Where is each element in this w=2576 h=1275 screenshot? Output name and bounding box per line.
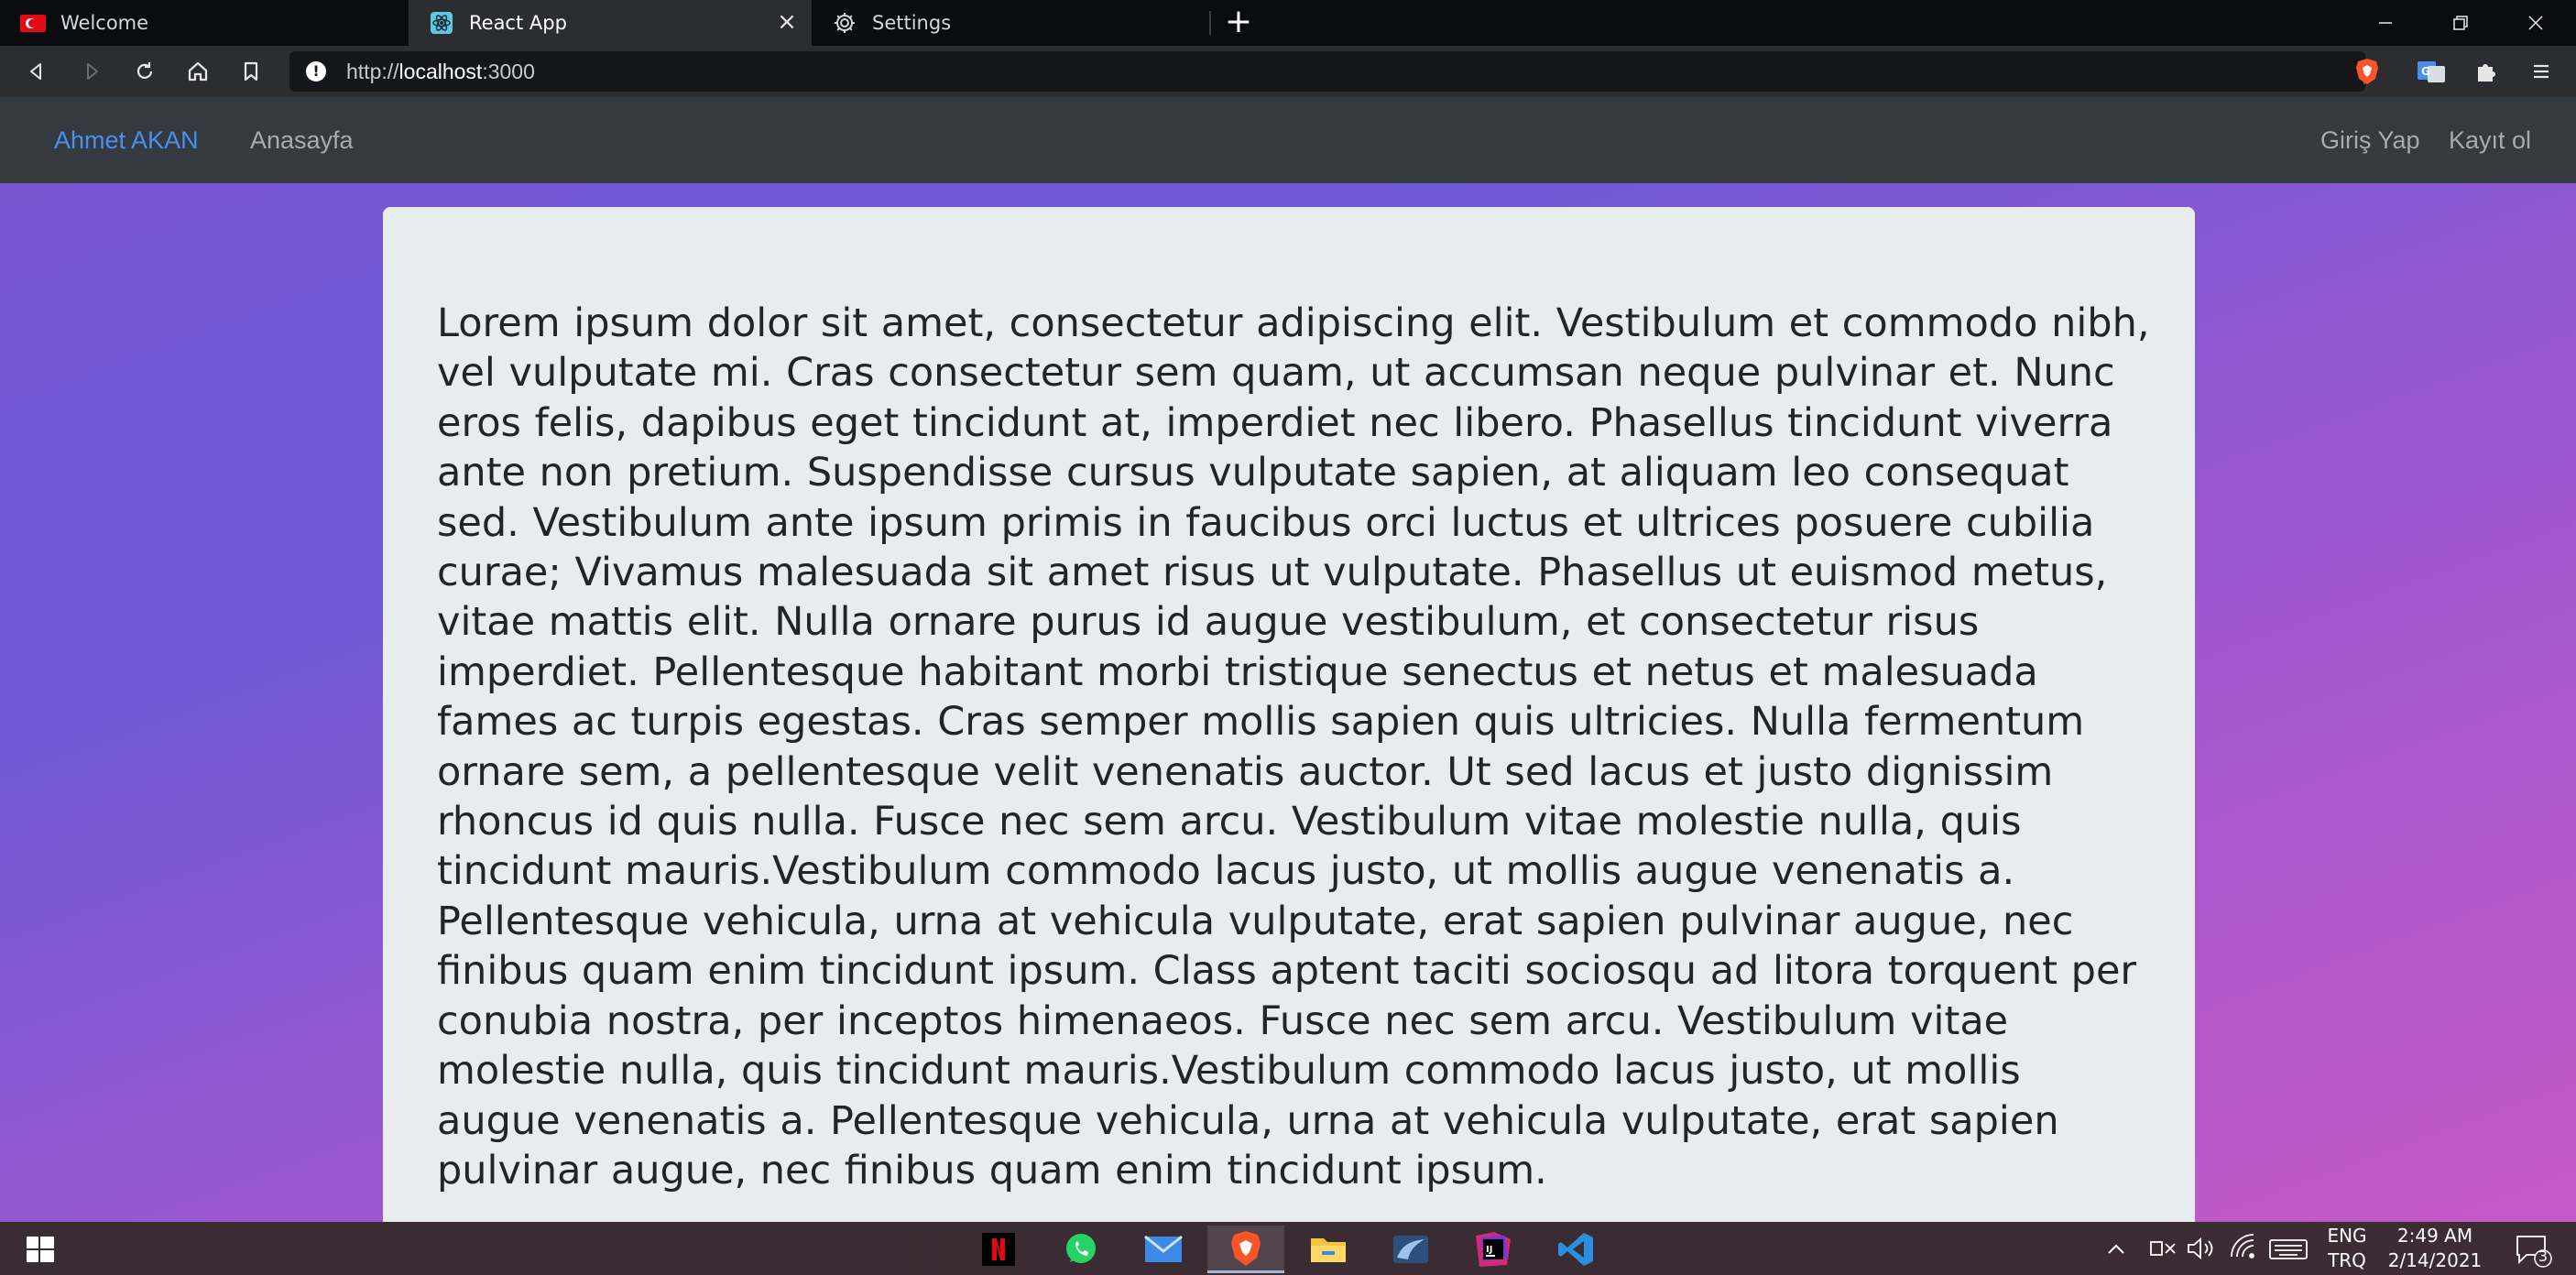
site-navbar: Ahmet AKAN Anasayfa Giriş Yap Kayıt ol [0, 97, 2576, 183]
svg-text:IJ: IJ [1486, 1245, 1492, 1255]
mail-icon[interactable] [1125, 1226, 1202, 1273]
tab-label: Settings [872, 12, 952, 34]
reload-icon[interactable] [126, 55, 163, 88]
clock[interactable]: 2:49 AM 2/14/2021 [2378, 1224, 2492, 1273]
extensions-puzzle-icon[interactable] [2470, 55, 2503, 88]
back-icon[interactable] [18, 55, 55, 88]
content-card: Lorem ipsum dolor sit amet, consectetur … [383, 207, 2195, 1222]
input-language-indicator[interactable]: ENG TRQ [2319, 1224, 2374, 1273]
new-tab-button[interactable]: + [1220, 4, 1257, 40]
site-info-icon[interactable]: ! [306, 61, 326, 82]
tab-welcome[interactable]: Welcome [0, 0, 409, 46]
netflix-icon[interactable] [960, 1226, 1037, 1273]
clock-time: 2:49 AM [2396, 1225, 2473, 1247]
clock-date: 2/14/2021 [2387, 1249, 2483, 1271]
notification-count-badge: 3 [2538, 1248, 2549, 1265]
gear-icon [832, 13, 857, 33]
nav-link-register[interactable]: Kayıt ol [2449, 97, 2531, 183]
show-hidden-icons-chevron[interactable] [2105, 1222, 2127, 1275]
whatsapp-icon[interactable] [1042, 1226, 1119, 1273]
keyboard-layout-code: TRQ [2328, 1249, 2366, 1271]
vscode-icon[interactable] [1537, 1226, 1614, 1273]
browser-tab-strip: Welcome React App × Settings + [0, 0, 2576, 46]
translate-extension-icon[interactable]: G [2415, 55, 2448, 88]
svg-text:G: G [2421, 65, 2430, 78]
brave-shields-icon[interactable] [2351, 55, 2384, 88]
page-viewport: Ahmet AKAN Anasayfa Giriş Yap Kayıt ol L… [0, 97, 2576, 1222]
windows-taskbar: IJ ENG TRQ 2:49 AM 2/14/2021 3 [0, 1222, 2576, 1275]
address-bar[interactable]: ! http://localhost:3000 [289, 51, 2365, 92]
close-tab-icon[interactable]: × [775, 10, 799, 35]
browser-toolbar: ! http://localhost:3000 G [0, 46, 2576, 97]
wifi-icon[interactable] [2228, 1222, 2257, 1275]
url-text[interactable]: http://localhost:3000 [346, 51, 535, 92]
nav-link-home[interactable]: Anasayfa [250, 97, 354, 183]
tab-label: Welcome [60, 12, 149, 34]
volume-icon[interactable] [2186, 1222, 2215, 1275]
database-tool-icon[interactable] [1372, 1226, 1449, 1273]
react-logo-icon [429, 12, 454, 34]
browser-menu-icon[interactable] [2525, 55, 2558, 88]
nav-link-login[interactable]: Giriş Yap [2320, 97, 2420, 183]
restore-window-button[interactable] [2424, 0, 2497, 46]
close-window-button[interactable] [2499, 0, 2572, 46]
windows-start-icon[interactable] [26, 1235, 55, 1264]
forward-icon[interactable] [73, 55, 110, 88]
tab-label: React App [469, 12, 567, 34]
brave-browser-icon[interactable] [1207, 1226, 1284, 1273]
minimize-window-button[interactable] [2349, 0, 2422, 46]
bookmark-icon[interactable] [233, 55, 269, 88]
content-paragraph: Lorem ipsum dolor sit amet, consectetur … [437, 300, 2150, 1193]
navbar-brand-link[interactable]: Ahmet AKAN [54, 97, 199, 183]
network-adapter-icon[interactable] [2147, 1222, 2178, 1275]
turkish-flag-icon [20, 13, 46, 33]
file-explorer-icon[interactable] [1290, 1226, 1367, 1273]
touch-keyboard-icon[interactable] [2268, 1222, 2309, 1275]
intellij-idea-icon[interactable]: IJ [1455, 1226, 1532, 1273]
tab-react-app[interactable]: React App × [409, 0, 812, 46]
language-code: ENG [2327, 1225, 2367, 1247]
tab-settings[interactable]: Settings [812, 0, 1211, 46]
home-icon[interactable] [180, 55, 216, 88]
